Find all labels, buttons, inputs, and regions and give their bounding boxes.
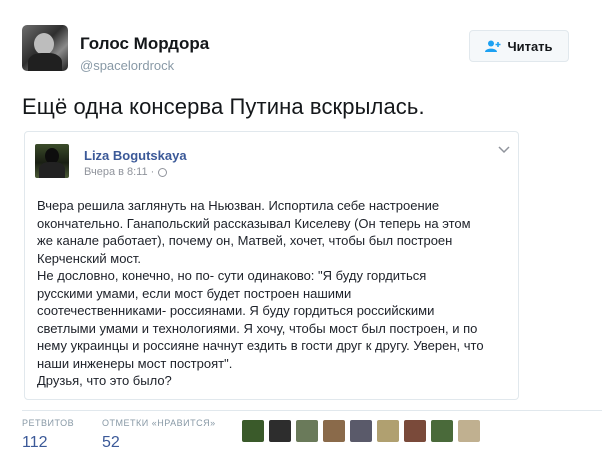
likes-count: 52 bbox=[102, 434, 120, 451]
liker-avatar[interactable] bbox=[458, 420, 480, 442]
tweet-header: Голос Мордора @spacelordrock Читать bbox=[22, 22, 582, 78]
liker-avatar[interactable] bbox=[404, 420, 426, 442]
author-avatar[interactable] bbox=[22, 25, 68, 71]
retweets-label: РЕТВИТОВ bbox=[22, 418, 75, 428]
quoted-post-meta: Вчера в 8:11 · bbox=[84, 166, 168, 178]
quoted-timestamp[interactable]: Вчера в 8:11 · bbox=[84, 166, 154, 178]
quoted-line: наши инженеры мост построят". bbox=[37, 355, 233, 371]
liker-avatar[interactable] bbox=[350, 420, 372, 442]
quoted-line: соотечественниками- россиянами. Я буду г… bbox=[37, 303, 435, 318]
globe-icon bbox=[158, 167, 168, 177]
follow-button-label: Читать bbox=[507, 38, 553, 54]
liker-avatar[interactable] bbox=[431, 420, 453, 442]
quoted-line: Керченский мост. bbox=[37, 250, 142, 266]
quoted-line: окончательно. Ганапольский рассказывал К… bbox=[37, 215, 471, 231]
add-user-icon bbox=[485, 40, 501, 52]
quoted-line: Не дословно, конечно, но по- сути одинак… bbox=[37, 268, 427, 283]
retweets-count: 112 bbox=[22, 434, 48, 451]
retweets-stat[interactable]: РЕТВИТОВ 112 bbox=[22, 418, 74, 452]
tweet-text: Ещё одна консерва Путина вскрылась. bbox=[22, 94, 425, 119]
chevron-down-icon[interactable] bbox=[498, 146, 510, 154]
liker-avatar[interactable] bbox=[323, 420, 345, 442]
quoted-line: Друзья, что это было? bbox=[37, 373, 172, 388]
follow-button[interactable]: Читать bbox=[469, 30, 569, 62]
liker-avatars bbox=[242, 420, 485, 442]
quoted-post-body: Вчера решила заглянуть на Ньюзван. Испор… bbox=[37, 197, 513, 390]
likes-stat[interactable]: ОТМЕТКИ «НРАВИТСЯ» 52 bbox=[102, 418, 216, 452]
liker-avatar[interactable] bbox=[296, 420, 318, 442]
likes-label: ОТМЕТКИ «НРАВИТСЯ» bbox=[102, 418, 216, 428]
tweet-stats: РЕТВИТОВ 112 ОТМЕТКИ «НРАВИТСЯ» 52 bbox=[22, 410, 602, 451]
quoted-line: же канале работает), почему он, Матвей, … bbox=[37, 233, 453, 248]
quoted-line: нему украинцы и россияне начнут ездить в… bbox=[37, 338, 484, 353]
quoted-author-avatar[interactable] bbox=[35, 144, 69, 178]
quoted-line: светлыми умами и технологиями. Я хочу, ч… bbox=[37, 320, 478, 336]
author-handle[interactable]: @spacelordrock bbox=[80, 58, 174, 73]
liker-avatar[interactable] bbox=[242, 420, 264, 442]
liker-avatar[interactable] bbox=[269, 420, 291, 442]
quoted-post[interactable]: Liza Bogutskaya Вчера в 8:11 · Вчера реш… bbox=[24, 131, 519, 400]
quoted-author-name[interactable]: Liza Bogutskaya bbox=[84, 148, 187, 163]
author-name[interactable]: Голос Мордора bbox=[80, 34, 209, 54]
quoted-line: Вчера решила заглянуть на Ньюзван. Испор… bbox=[37, 198, 440, 213]
quoted-line: русскими умами, если мост будет построен… bbox=[37, 285, 352, 301]
liker-avatar[interactable] bbox=[377, 420, 399, 442]
